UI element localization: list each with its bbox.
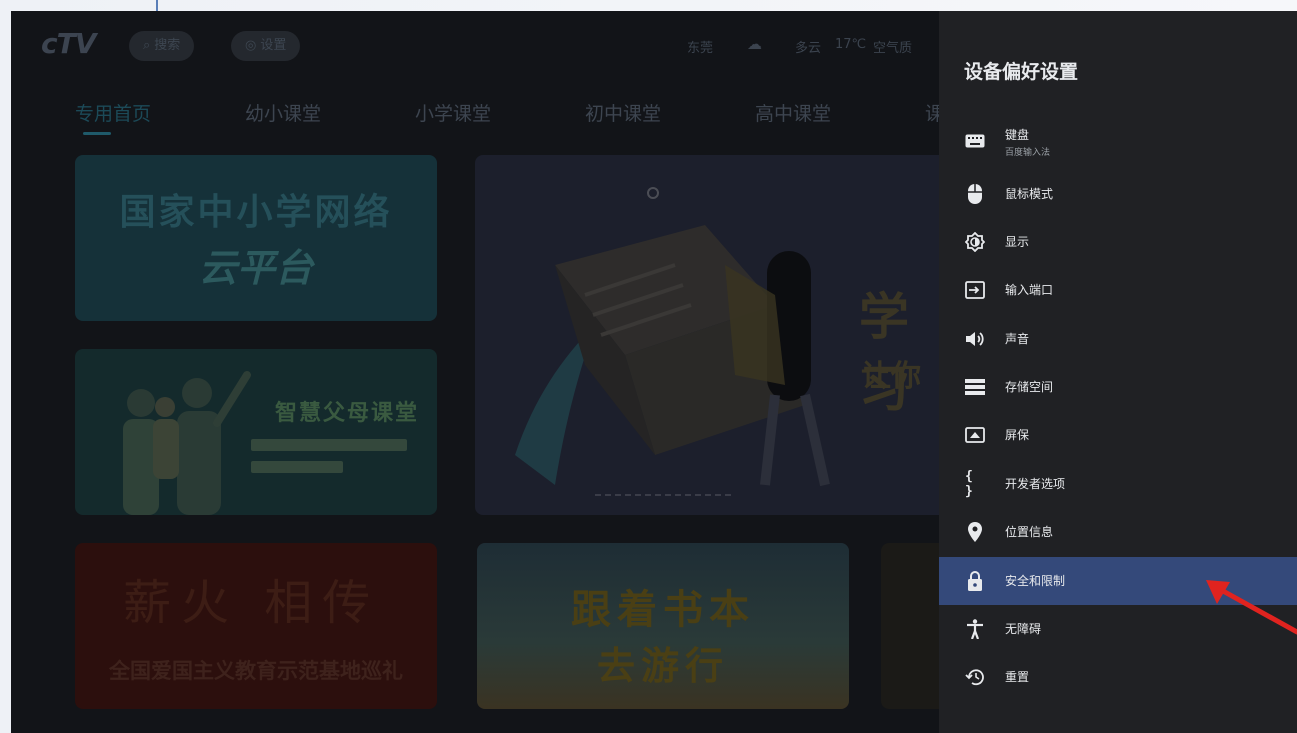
temperature-text: 17℃ [835,37,867,52]
search-icon: ⌕ [143,38,151,53]
developer-braces-icon: { } [965,469,974,499]
book-card-line1: 跟着书本 [571,587,755,633]
menu-item-label: 显示 [1005,235,1030,249]
panel-title: 设备偏好设置 [964,61,1079,83]
ctv-logo: cTV [41,27,96,60]
search-label: 搜索 [154,38,181,53]
screensaver-icon [965,425,985,445]
menu-item-label: 鼠标模式 [1005,187,1054,201]
keyboard-icon [965,131,985,151]
accessibility-icon [965,619,985,639]
red-annotation-arrow [1206,580,1297,635]
menu-item-input-port[interactable]: 输入端口 [939,266,1297,314]
mouse-icon [965,184,985,204]
network-platform-card[interactable]: 国家中小学网络 云平台 [75,155,437,321]
menu-item-label: 声音 [1005,332,1030,346]
parents-card-tag [251,461,343,473]
network-card-title: 国家中小学网络 [119,192,393,233]
study-banner-card[interactable]: 学习 让你 [475,155,955,515]
tab-preschool[interactable]: 幼小课堂 [245,99,415,139]
menu-item-storage[interactable]: 存储空间 [939,363,1297,411]
tab-home[interactable]: 专用首页 [75,99,245,139]
menu-item-label: 屏保 [1005,428,1030,442]
menu-item-location[interactable]: 位置信息 [939,508,1297,556]
tab-junior[interactable]: 初中课堂 [585,99,755,139]
input-port-icon [965,280,985,300]
menu-item-mouse-mode[interactable]: 鼠标模式 [939,170,1297,218]
fire-heritage-card[interactable]: 薪火 相传 全国爱国主义教育示范基地巡礼 [75,543,437,709]
search-button[interactable]: ⌕ 搜索 [129,31,195,61]
location-pin-icon [965,522,985,542]
weather-text: 多云 [795,41,822,56]
menu-item-label: 安全和限制 [1005,574,1066,588]
family-image [123,371,251,515]
menu-item-label: 键盘 [1005,128,1030,142]
menu-item-label: 位置信息 [1005,525,1054,539]
menu-item-label: 存储空间 [1005,380,1054,394]
menu-item-sublabel: 百度输入法 [1005,148,1051,158]
settings-label: 设置 [260,38,287,53]
menu-item-display[interactable]: 显示 [939,218,1297,266]
study-banner-subtitle: 让你 [861,359,921,394]
screenshot-frame: cTV ⌕ 搜索 ◎ 设置 东莞 ☁ 多云 17℃ 空气质 专用首页 幼小课堂 小学… [0,0,1297,733]
reset-history-icon [965,667,985,687]
speaker-icon [965,329,985,349]
menu-item-label: 输入端口 [1005,283,1054,297]
network-card-brand: 云平台 [198,245,313,290]
parents-class-card[interactable]: 智慧父母课堂 [75,349,437,515]
parents-card-title: 智慧父母课堂 [275,401,420,426]
parents-card-tag [251,439,407,451]
fire-card-title: 薪火 相传 [123,575,381,631]
menu-item-label: 开发者选项 [1005,477,1066,491]
tv-screen: cTV ⌕ 搜索 ◎ 设置 东莞 ☁ 多云 17℃ 空气质 专用首页 幼小课堂 小学… [11,11,1297,733]
menu-item-label: 重置 [1005,670,1030,684]
menu-item-keyboard[interactable]: 键盘 百度输入法 [939,117,1297,165]
tab-senior[interactable]: 高中课堂 [755,99,925,139]
settings-button[interactable]: ◎ 设置 [231,31,301,61]
book-card-line2: 去游行 [596,644,729,688]
lock-icon [965,571,985,591]
menu-item-developer-options[interactable]: { } 开发者选项 [939,460,1297,508]
location-text: 东莞 [687,41,714,56]
menu-item-reset[interactable]: 重置 [939,653,1297,701]
gear-icon: ◎ [245,38,257,53]
book-travel-card[interactable]: 跟着书本 去游行 [477,543,849,709]
storage-icon [965,377,985,397]
air-quality-text: 空气质 [873,41,913,56]
fire-card-subtitle: 全国爱国主义教育示范基地巡礼 [109,659,403,683]
menu-item-sound[interactable]: 声音 [939,315,1297,363]
tab-primary[interactable]: 小学课堂 [415,99,585,139]
cloud-icon: ☁ [747,35,762,53]
menu-item-screensaver[interactable]: 屏保 [939,411,1297,459]
menu-item-label: 无障碍 [1005,622,1042,636]
display-icon [965,232,985,252]
